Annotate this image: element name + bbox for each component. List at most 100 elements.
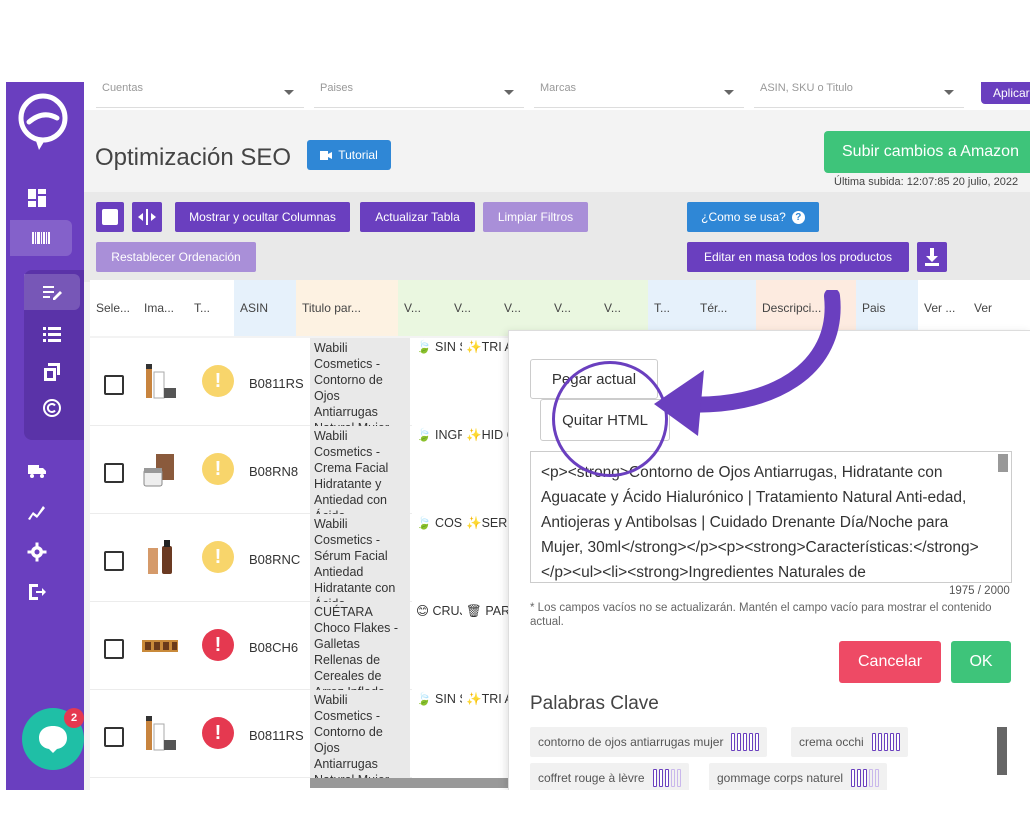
- gear-icon[interactable]: [6, 534, 68, 570]
- chevron-down-icon: [724, 90, 734, 95]
- sidebar-submenu: [24, 270, 84, 440]
- update-table-button[interactable]: Actualizar Tabla: [360, 202, 475, 232]
- how-to-use-button[interactable]: ¿Como se usa? ?: [687, 202, 819, 232]
- col-header-image[interactable]: Ima...: [138, 280, 188, 336]
- chat-badge: 2: [64, 708, 84, 728]
- upload-to-amazon-button[interactable]: Subir cambios a Amazon: [824, 131, 1030, 173]
- product-image[interactable]: [142, 450, 178, 490]
- apply-button[interactable]: Aplicar: [981, 82, 1030, 104]
- row-value-1[interactable]: 🍃 SIN SULFA NI PARAB: [412, 690, 462, 778]
- row-value-2[interactable]: 🗑 PARA DEBOR EN UN: [462, 602, 512, 690]
- row-checkbox[interactable]: [104, 639, 124, 659]
- product-image[interactable]: [142, 538, 178, 578]
- show-hide-columns-button[interactable]: Mostrar y ocultar Columnas: [175, 202, 350, 232]
- textarea-scrollbar[interactable]: [998, 454, 1008, 472]
- col-header-asin[interactable]: ASIN: [234, 280, 296, 336]
- keywords-title: Palabras Clave: [530, 693, 659, 714]
- reset-order-button[interactable]: Restablecer Ordenación: [96, 242, 256, 272]
- row-title[interactable]: Wabili Cosmetics - Contorno de Ojos Anti…: [310, 338, 410, 426]
- brands-dropdown[interactable]: Marcas: [534, 82, 744, 108]
- col-header-see-1[interactable]: Ver ...: [918, 280, 968, 336]
- row-title[interactable]: Wabili Cosmetics - Crema Facial Hidratan…: [310, 426, 410, 514]
- col-header-v4[interactable]: V...: [548, 280, 598, 336]
- row-checkbox[interactable]: [104, 727, 124, 747]
- horizontal-scrollbar[interactable]: [310, 778, 514, 788]
- row-value-2[interactable]: ✨HID CON ÁCIDO HIALUR: [462, 426, 512, 514]
- keyword-strength-bars: [851, 769, 880, 787]
- row-title[interactable]: Wabili Cosmetics - Sérum Facial Antiedad…: [310, 514, 410, 602]
- col-header-v5[interactable]: V...: [598, 280, 648, 336]
- col-header-see-2[interactable]: Ver: [968, 280, 1008, 336]
- cancel-button[interactable]: Cancelar: [839, 641, 941, 683]
- warning-icon: !: [202, 453, 234, 485]
- row-value-1[interactable]: 😊 CRUJI GALLE RELLE DE: [412, 602, 462, 690]
- row-title[interactable]: CUÉTARA Choco Flakes - Galletas Rellenas…: [310, 602, 410, 690]
- row-asin: B08RN8: [249, 464, 299, 479]
- col-header-type[interactable]: T...: [188, 280, 234, 336]
- col-header-v1[interactable]: V...: [398, 280, 448, 336]
- product-image[interactable]: [142, 626, 178, 666]
- search-dropdown[interactable]: ASIN, SKU o Titulo: [754, 82, 964, 108]
- barcode-icon[interactable]: [10, 220, 72, 256]
- ok-button[interactable]: OK: [951, 641, 1011, 683]
- product-image[interactable]: [142, 714, 178, 754]
- bulk-edit-button[interactable]: Editar en masa todos los productos: [687, 242, 909, 272]
- analytics-icon[interactable]: [6, 494, 68, 530]
- product-image[interactable]: [142, 362, 178, 402]
- col-header-description[interactable]: Descripci...: [756, 280, 856, 336]
- keyword-chip[interactable]: gommage corps naturel: [709, 763, 888, 790]
- keyword-strength-bars: [871, 733, 900, 751]
- keyword-chip[interactable]: crema occhi: [791, 727, 908, 757]
- chevron-down-icon: [284, 90, 294, 95]
- row-value-1[interactable]: 🍃 COSMI NATUR - SIN SULFA: [412, 514, 462, 602]
- keyword-strength-bars: [652, 769, 681, 787]
- resize-columns-icon: [138, 209, 156, 225]
- row-value-2[interactable]: ✨SER PARA TODO TIPO DE: [462, 514, 512, 602]
- row-value-2[interactable]: ✨TRI ACCIÓ - Hidrata Reafirm: [462, 690, 512, 778]
- column-resize-button[interactable]: [132, 202, 162, 232]
- col-header-t[interactable]: T...: [648, 280, 694, 336]
- keywords-scrollbar[interactable]: [997, 727, 1007, 775]
- clear-filters-button[interactable]: Limpiar Filtros: [483, 202, 588, 232]
- row-asin: B0811RS: [249, 376, 304, 391]
- app-logo-icon[interactable]: [15, 92, 71, 156]
- select-all-button[interactable]: [96, 202, 124, 232]
- col-header-title[interactable]: Titulo par...: [296, 280, 398, 336]
- row-checkbox[interactable]: [104, 375, 124, 395]
- logout-icon[interactable]: [6, 574, 68, 610]
- row-value-2[interactable]: ✨TRI ACCIÓ - Hidrata Reafirm: [462, 338, 512, 426]
- row-title[interactable]: Wabili Cosmetics - Contorno de Ojos Anti…: [310, 690, 410, 778]
- countries-dropdown[interactable]: Paises: [314, 82, 524, 108]
- table-toolbar: Mostrar y ocultar Columnas Actualizar Ta…: [84, 192, 1030, 282]
- chevron-down-icon: [944, 90, 954, 95]
- col-header-country[interactable]: Pais: [856, 280, 918, 336]
- row-checkbox[interactable]: [104, 463, 124, 483]
- last-upload-text: Última subida: 12:07:85 20 julio, 2022: [834, 176, 1019, 188]
- dashboard-icon[interactable]: [6, 180, 68, 216]
- col-header-v3[interactable]: V...: [498, 280, 548, 336]
- col-header-terms[interactable]: Tér...: [694, 280, 756, 336]
- row-value-1[interactable]: 🍃 SIN SULFA NI PARAB: [412, 338, 462, 426]
- col-header-v2[interactable]: V...: [448, 280, 498, 336]
- chat-icon: [39, 726, 67, 753]
- truck-icon[interactable]: [6, 452, 68, 488]
- copy-icon[interactable]: [24, 354, 80, 390]
- tutorial-button[interactable]: Tutorial: [307, 140, 391, 170]
- download-button[interactable]: [917, 242, 947, 272]
- download-icon: [925, 248, 939, 266]
- keyword-chip[interactable]: contorno de ojos antiarrugas mujer: [530, 727, 768, 757]
- edit-list-icon[interactable]: [24, 274, 80, 310]
- copyright-icon[interactable]: [24, 390, 80, 426]
- row-asin: B08RNC: [249, 552, 301, 567]
- list-icon[interactable]: [24, 316, 80, 352]
- col-header-select[interactable]: Sele...: [90, 280, 138, 336]
- keyword-chip[interactable]: coffret rouge à lèvre: [530, 763, 689, 790]
- row-asin: B08CH6: [249, 640, 299, 655]
- row-value-1[interactable]: 🍃 INGRE NATUR - SIN SULFA: [412, 426, 462, 514]
- empty-fields-note: * Los campos vacíos no se actualizarán. …: [530, 602, 992, 628]
- sidebar: [6, 82, 84, 790]
- keyword-label: coffret rouge à lèvre: [538, 771, 645, 785]
- accounts-dropdown[interactable]: Cuentas: [96, 82, 304, 108]
- app-frame: 2 Cuentas Paises Marcas ASIN, SKU o Titu…: [6, 82, 1030, 790]
- row-checkbox[interactable]: [104, 551, 124, 571]
